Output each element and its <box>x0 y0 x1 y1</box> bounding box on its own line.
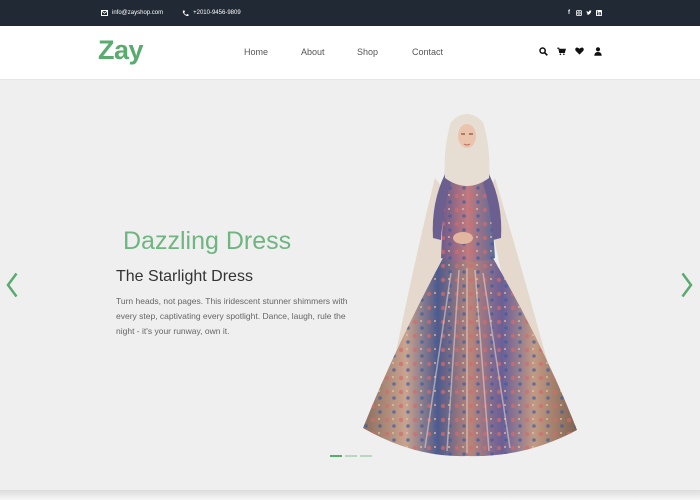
facebook-icon[interactable]: f <box>566 9 572 17</box>
heart-icon[interactable] <box>575 46 584 56</box>
phone-icon <box>181 9 189 17</box>
page-bottom-edge <box>0 490 700 500</box>
envelope-icon <box>100 9 108 17</box>
top-info-bar: info@zayshop.com +2010-9456-9809 f <box>0 0 700 26</box>
contact-info: info@zayshop.com +2010-9456-9809 <box>100 0 241 26</box>
nav-home[interactable]: Home <box>244 47 268 57</box>
hero-carousel: Dazzling Dress The Starlight Dress Turn … <box>0 80 700 490</box>
nav-shop[interactable]: Shop <box>357 47 378 57</box>
cart-icon[interactable] <box>557 46 566 56</box>
instagram-icon[interactable] <box>576 9 582 17</box>
hero-kicker: Dazzling Dress <box>123 227 292 255</box>
carousel-prev-button[interactable] <box>5 270 19 300</box>
social-links: f <box>566 0 602 26</box>
carousel-indicator-3[interactable] <box>360 455 372 457</box>
linkedin-icon[interactable] <box>596 9 602 17</box>
email-link[interactable]: info@zayshop.com <box>112 10 163 16</box>
brand-logo[interactable]: Zay <box>98 35 144 66</box>
dress-model-image <box>363 114 577 457</box>
main-navbar: Zay Home About Shop Contact <box>0 26 700 80</box>
carousel-indicator-1[interactable] <box>330 455 342 457</box>
nav-actions <box>539 46 602 56</box>
twitter-icon[interactable] <box>586 9 592 17</box>
chevron-left-icon <box>6 272 18 298</box>
phone-link[interactable]: +2010-9456-9809 <box>193 10 241 16</box>
user-icon[interactable] <box>593 46 602 56</box>
hero-title: The Starlight Dress <box>116 268 253 285</box>
carousel-indicator-2[interactable] <box>345 455 357 457</box>
hero-description: Turn heads, not pages. This iridescent s… <box>116 296 348 336</box>
search-icon[interactable] <box>539 46 548 56</box>
carousel-indicators <box>330 455 372 457</box>
carousel-next-button[interactable] <box>680 270 694 300</box>
nav-contact[interactable]: Contact <box>412 47 443 57</box>
chevron-right-icon <box>681 272 693 298</box>
nav-about[interactable]: About <box>301 47 325 57</box>
